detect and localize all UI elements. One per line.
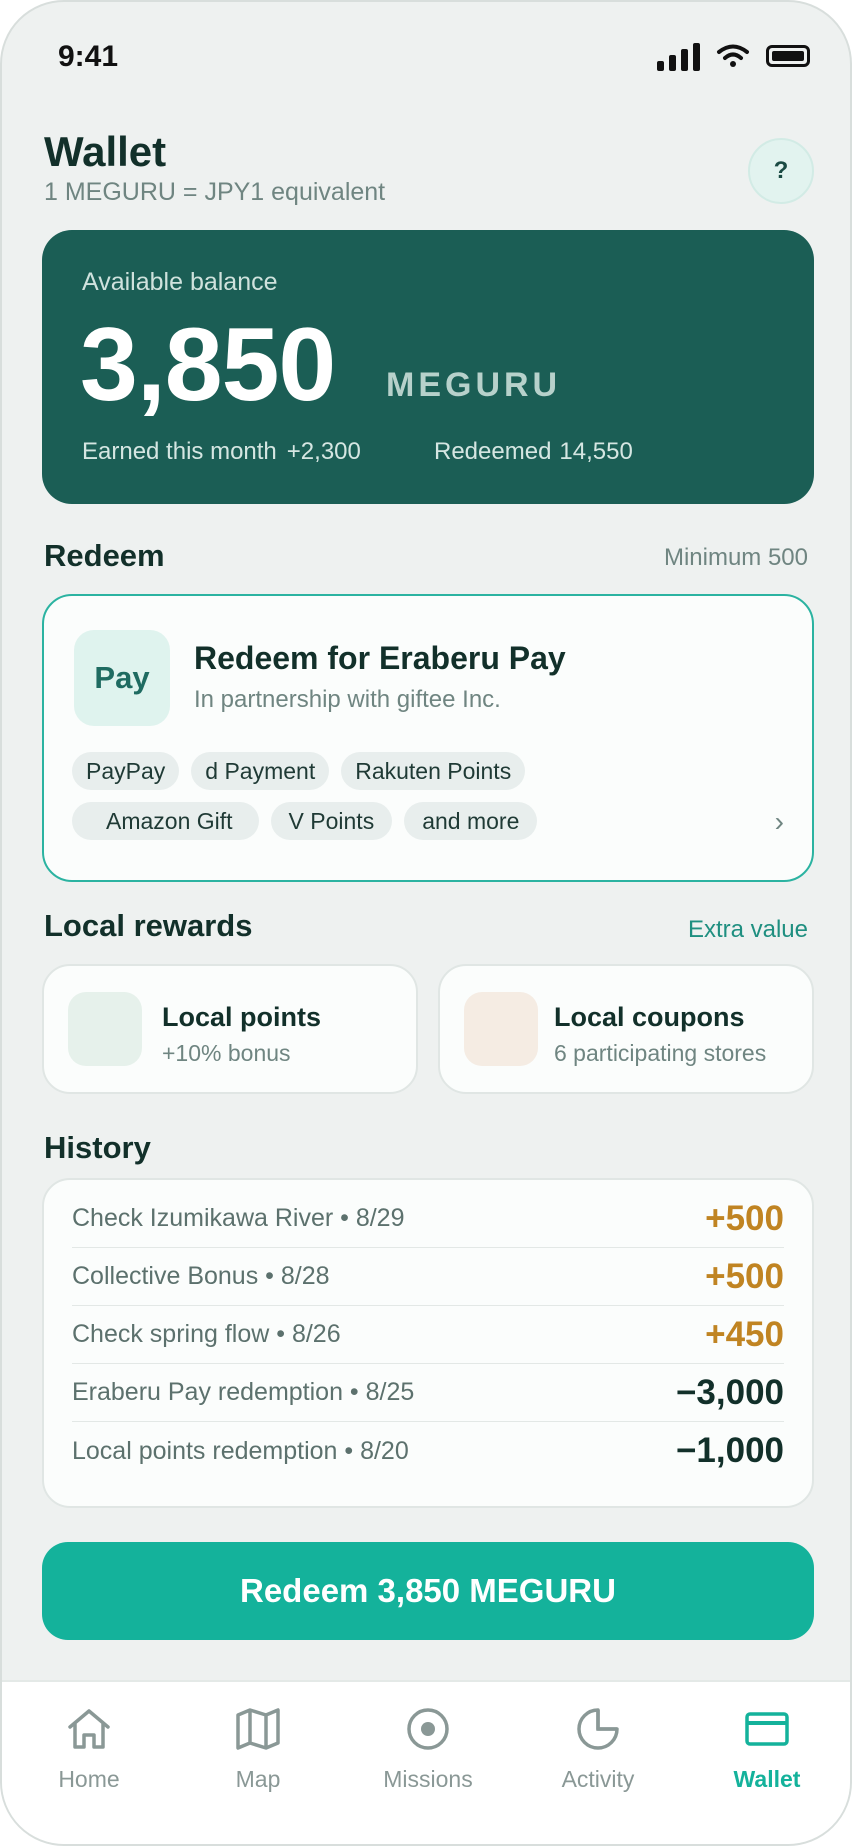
history-row-amount: +450 bbox=[705, 1314, 784, 1354]
tab-missions-label: Missions bbox=[383, 1766, 473, 1792]
battery-icon bbox=[766, 45, 810, 67]
wifi-icon bbox=[717, 44, 749, 67]
history-row[interactable]: Eraberu Pay redemption • 8/25 −3,000 bbox=[72, 1364, 784, 1422]
tab-home-label: Home bbox=[58, 1766, 120, 1792]
earned-this-month: Earned this month +2,300 bbox=[82, 438, 361, 466]
chip-d-payment: d Payment bbox=[191, 752, 330, 790]
history-row-label: Eraberu Pay redemption • 8/25 bbox=[72, 1378, 415, 1406]
help-button[interactable]: ? bbox=[748, 138, 814, 204]
map-icon bbox=[236, 1708, 280, 1750]
local-points-card[interactable]: Local points +10% bonus bbox=[42, 964, 418, 1094]
redeem-option-chips: PayPay d Payment Rakuten Points Amazon G… bbox=[72, 752, 752, 852]
history-section-title: History bbox=[44, 1130, 151, 1165]
redeem-all-button[interactable]: Redeem 3,850 MEGURU bbox=[42, 1542, 814, 1640]
local-coupons-icon bbox=[464, 992, 538, 1066]
balance-unit: MEGURU bbox=[386, 366, 562, 404]
exchange-rate-subtitle: 1 MEGURU = JPY1 equivalent bbox=[44, 178, 386, 206]
history-row-label: Check Izumikawa River • 8/29 bbox=[72, 1204, 405, 1232]
tab-map-label: Map bbox=[235, 1766, 281, 1792]
history-row[interactable]: Check spring flow • 8/26 +450 bbox=[72, 1306, 784, 1364]
redeemed-label: Redeemed bbox=[434, 438, 552, 465]
history-row[interactable]: Collective Bonus • 8/28 +500 bbox=[72, 1248, 784, 1306]
local-coupons-title: Local coupons bbox=[554, 1002, 745, 1032]
history-row-amount: +500 bbox=[705, 1256, 784, 1296]
local-points-subtitle: +10% bonus bbox=[162, 1040, 291, 1066]
redeem-minimum: Minimum 500 bbox=[663, 544, 808, 571]
chip-rakuten-points: Rakuten Points bbox=[341, 752, 526, 790]
local-points-icon bbox=[68, 992, 142, 1066]
help-icon: ? bbox=[773, 157, 789, 184]
chip-v-points: V Points bbox=[270, 802, 393, 840]
history-row-label: Local points redemption • 8/20 bbox=[72, 1436, 409, 1465]
status-icons bbox=[657, 40, 810, 72]
local-rewards-section-title: Local rewards bbox=[44, 908, 253, 943]
history-row-amount: −3,000 bbox=[675, 1372, 784, 1412]
local-coupons-subtitle: 6 participating stores bbox=[554, 1040, 767, 1066]
pie-chart-icon bbox=[577, 1708, 619, 1750]
tab-activity[interactable]: Activity bbox=[533, 1704, 663, 1793]
balance-label: Available balance bbox=[82, 268, 278, 296]
signal-icon bbox=[657, 41, 700, 71]
target-icon bbox=[407, 1708, 449, 1750]
status-time: 9:41 bbox=[58, 40, 119, 73]
redeemed-total: Redeemed 14,550 bbox=[434, 438, 633, 466]
earned-label: Earned this month bbox=[82, 438, 277, 465]
chip-amazon-gift: Amazon Gift bbox=[72, 802, 259, 840]
chip-paypay: PayPay bbox=[72, 752, 180, 790]
history-list: Check Izumikawa River • 8/29 +500 Collec… bbox=[42, 1178, 814, 1508]
history-row[interactable]: Check Izumikawa River • 8/29 +500 bbox=[72, 1190, 784, 1248]
extra-value-label: Extra value bbox=[687, 916, 808, 943]
redeemed-value: 14,550 bbox=[559, 438, 633, 465]
redeem-card-subtitle: In partnership with giftee Inc. bbox=[194, 686, 501, 713]
redeem-eraberu-pay-card[interactable]: Pay Redeem for Eraberu Pay In partnershi… bbox=[42, 594, 814, 882]
bottom-tab-bar: Home Map Missions Activity Wallet bbox=[2, 1680, 850, 1844]
tab-map[interactable]: Map bbox=[193, 1704, 323, 1793]
balance-amount: 3,850 bbox=[80, 307, 336, 423]
redeem-section-title: Redeem bbox=[44, 538, 165, 573]
tab-missions[interactable]: Missions bbox=[363, 1704, 493, 1793]
pay-logo-tile: Pay bbox=[74, 630, 170, 726]
history-row-label: Collective Bonus • 8/28 bbox=[72, 1262, 330, 1290]
page-title: Wallet bbox=[44, 128, 167, 175]
history-row-label: Check spring flow • 8/26 bbox=[72, 1320, 341, 1348]
balance-card: Available balance 3,850 MEGURU Earned th… bbox=[42, 230, 814, 504]
chip-and-more: and more bbox=[404, 802, 538, 840]
local-points-title: Local points bbox=[162, 1002, 322, 1032]
history-row-amount: +500 bbox=[705, 1198, 784, 1238]
phone-screen: 9:41 Wallet 1 MEGURU = JPY1 equivalent ?… bbox=[0, 0, 852, 1846]
tab-activity-label: Activity bbox=[561, 1766, 635, 1792]
home-icon bbox=[68, 1709, 110, 1749]
chevron-right-icon: › bbox=[774, 806, 784, 837]
earned-value: +2,300 bbox=[286, 438, 361, 465]
history-row[interactable]: Local points redemption • 8/20 −1,000 bbox=[72, 1422, 784, 1480]
redeem-card-title: Redeem for Eraberu Pay bbox=[194, 640, 566, 676]
local-coupons-card[interactable]: Local coupons 6 participating stores bbox=[438, 964, 814, 1094]
tab-wallet-label: Wallet bbox=[733, 1766, 801, 1792]
wallet-icon bbox=[745, 1712, 789, 1746]
tab-wallet[interactable]: Wallet bbox=[702, 1704, 832, 1793]
history-row-amount: −1,000 bbox=[675, 1431, 784, 1470]
tab-home[interactable]: Home bbox=[24, 1704, 154, 1793]
